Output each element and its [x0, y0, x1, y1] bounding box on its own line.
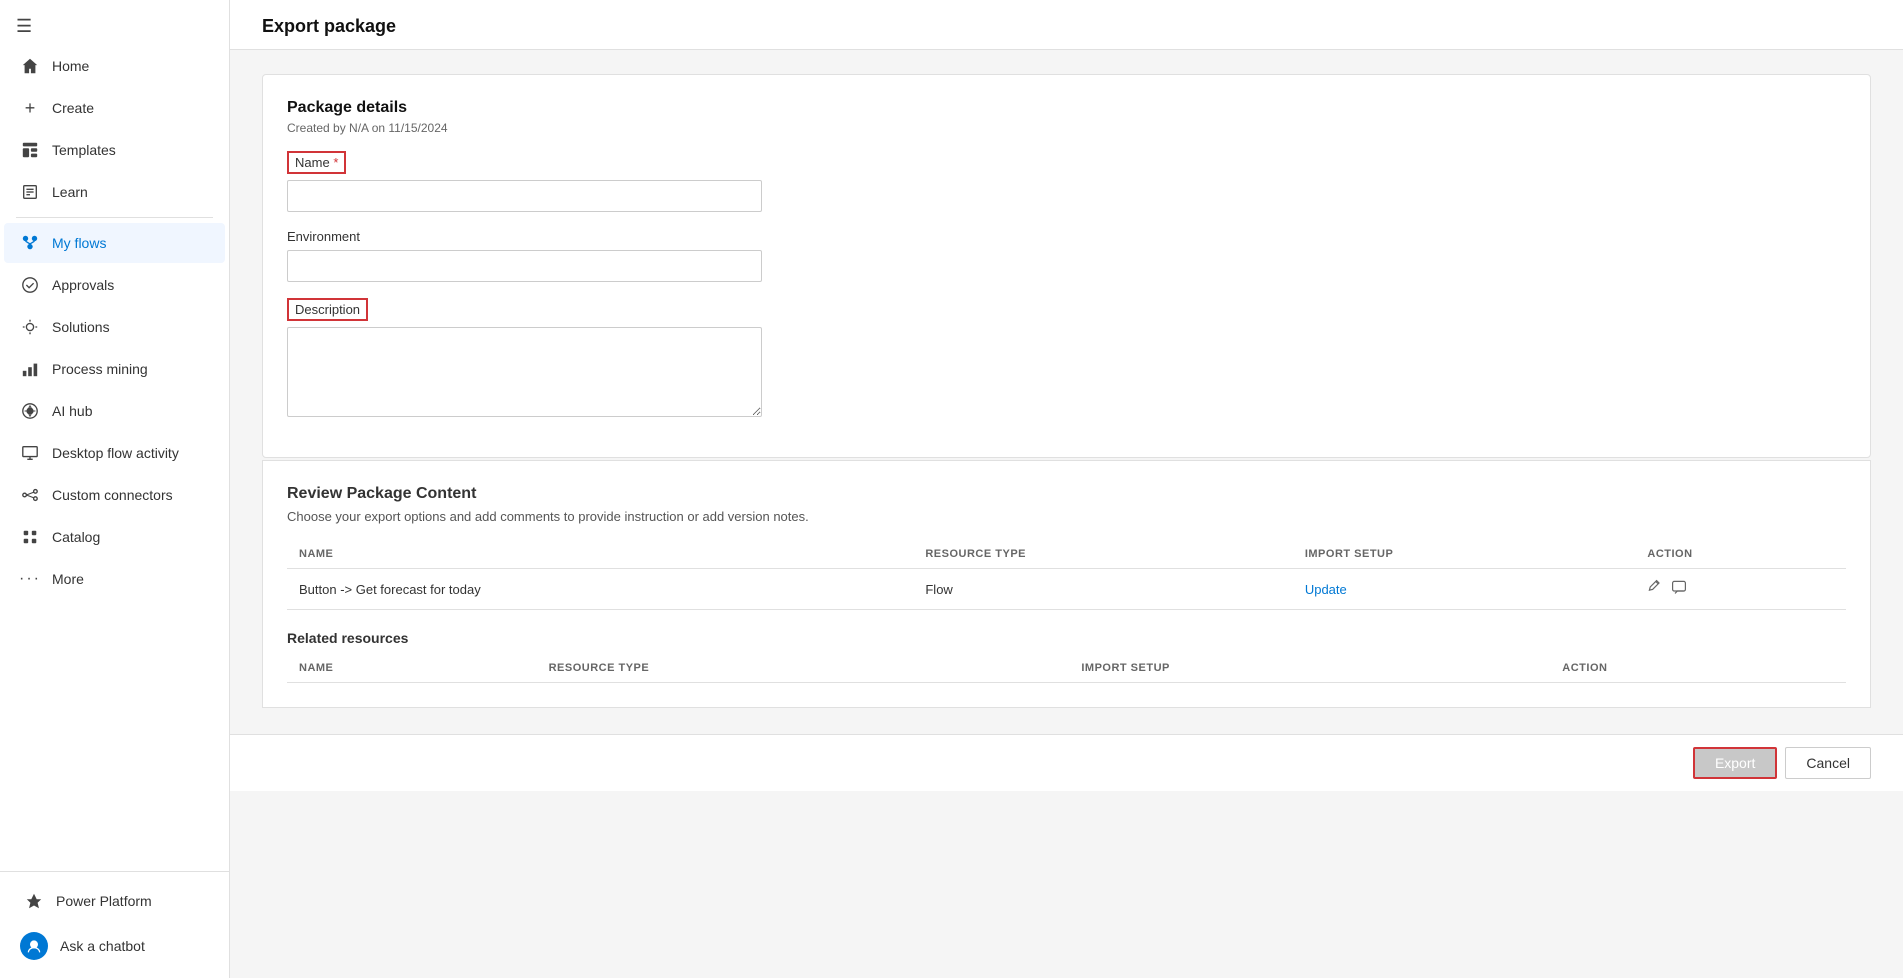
comment-icon[interactable] [1671, 579, 1687, 599]
sidebar-divider-1 [16, 217, 213, 218]
row-name: Button -> Get forecast for today [287, 569, 913, 610]
sidebar-item-my-flows-label: My flows [52, 235, 106, 251]
sidebar-item-custom-connectors[interactable]: Custom connectors [4, 475, 225, 515]
environment-field-group: Environment [287, 228, 1846, 282]
name-input[interactable] [287, 180, 762, 212]
package-details-title: Package details [287, 99, 1846, 117]
more-icon: ··· [20, 569, 40, 589]
col-header-resource-type: RESOURCE TYPE [913, 540, 1292, 569]
sidebar: ☰ Home + Create Templates Learn My flows… [0, 0, 230, 978]
create-icon: + [20, 98, 40, 118]
sidebar-item-ai-hub-label: AI hub [52, 403, 92, 419]
sidebar-item-home-label: Home [52, 58, 89, 74]
sidebar-item-learn-label: Learn [52, 184, 88, 200]
sidebar-item-approvals[interactable]: Approvals [4, 265, 225, 305]
related-col-header-import-setup: IMPORT SETUP [1069, 654, 1550, 683]
sidebar-item-approvals-label: Approvals [52, 277, 114, 293]
content-area: Package details Created by N/A on 11/15/… [230, 50, 1903, 734]
approvals-icon [20, 275, 40, 295]
chatbot-item[interactable]: Ask a chatbot [4, 922, 225, 970]
templates-icon [20, 140, 40, 160]
related-col-header-action: ACTION [1550, 654, 1846, 683]
hamburger-button[interactable]: ☰ [0, 0, 229, 45]
page-header: Export package [230, 0, 1903, 50]
row-import-setup[interactable]: Update [1293, 569, 1636, 610]
action-icons [1647, 579, 1834, 599]
process-mining-icon [20, 359, 40, 379]
row-action [1635, 569, 1846, 610]
sidebar-item-templates[interactable]: Templates [4, 130, 225, 170]
col-header-name: NAME [287, 540, 913, 569]
footer-bar: Export Cancel [230, 734, 1903, 791]
import-setup-link[interactable]: Update [1305, 582, 1347, 597]
package-details-card: Package details Created by N/A on 11/15/… [262, 74, 1871, 458]
sidebar-item-catalog[interactable]: Catalog [4, 517, 225, 557]
package-table-container: NAME RESOURCE TYPE IMPORT SETUP ACTION B… [287, 540, 1846, 610]
sidebar-item-templates-label: Templates [52, 142, 116, 158]
name-label: Name * [287, 151, 346, 174]
sidebar-item-create[interactable]: + Create [4, 88, 225, 128]
my-flows-icon [20, 233, 40, 253]
table-row: Button -> Get forecast for today Flow Up… [287, 569, 1846, 610]
chatbot-avatar [20, 932, 48, 960]
sidebar-item-home[interactable]: Home [4, 46, 225, 86]
learn-icon [20, 182, 40, 202]
solutions-icon [20, 317, 40, 337]
review-package-desc: Choose your export options and add comme… [287, 509, 1846, 524]
related-resources-title: Related resources [287, 630, 1846, 646]
sidebar-bottom: Power Platform Ask a chatbot [0, 871, 229, 978]
related-col-header-name: NAME [287, 654, 537, 683]
sidebar-item-process-mining-label: Process mining [52, 361, 148, 377]
related-resources-table-container: NAME RESOURCE TYPE IMPORT SETUP ACTION [287, 654, 1846, 683]
related-col-header-resource-type: RESOURCE TYPE [537, 654, 1070, 683]
desktop-flow-activity-icon [20, 443, 40, 463]
power-platform-icon [24, 891, 44, 911]
review-package-title: Review Package Content [287, 485, 1846, 503]
sidebar-item-solutions[interactable]: Solutions [4, 307, 225, 347]
sidebar-item-process-mining[interactable]: Process mining [4, 349, 225, 389]
description-textarea[interactable] [287, 327, 762, 417]
description-field-group: Description [287, 298, 1846, 417]
sidebar-item-more-label: More [52, 571, 84, 587]
col-header-import-setup: IMPORT SETUP [1293, 540, 1636, 569]
ai-hub-icon [20, 401, 40, 421]
sidebar-item-catalog-label: Catalog [52, 529, 100, 545]
description-label: Description [287, 298, 368, 321]
sidebar-item-desktop-flow-activity-label: Desktop flow activity [52, 445, 179, 461]
sidebar-item-ai-hub[interactable]: AI hub [4, 391, 225, 431]
environment-input[interactable] [287, 250, 762, 282]
custom-connectors-icon [20, 485, 40, 505]
related-resources-table: NAME RESOURCE TYPE IMPORT SETUP ACTION [287, 654, 1846, 683]
page-title: Export package [262, 16, 1871, 37]
main-content: Export package Package details Created b… [230, 0, 1903, 978]
sidebar-item-power-platform[interactable]: Power Platform [8, 881, 221, 921]
package-table: NAME RESOURCE TYPE IMPORT SETUP ACTION B… [287, 540, 1846, 610]
package-details-subtitle: Created by N/A on 11/15/2024 [287, 121, 1846, 135]
sidebar-item-my-flows[interactable]: My flows [4, 223, 225, 263]
export-button[interactable]: Export [1693, 747, 1777, 779]
cancel-button[interactable]: Cancel [1785, 747, 1871, 779]
sidebar-item-custom-connectors-label: Custom connectors [52, 487, 173, 503]
sidebar-item-power-platform-label: Power Platform [56, 893, 152, 909]
catalog-icon [20, 527, 40, 547]
sidebar-item-more[interactable]: ··· More [4, 559, 225, 599]
col-header-action: ACTION [1635, 540, 1846, 569]
sidebar-item-learn[interactable]: Learn [4, 172, 225, 212]
edit-icon[interactable] [1647, 579, 1663, 599]
sidebar-item-solutions-label: Solutions [52, 319, 110, 335]
environment-label: Environment [287, 229, 360, 244]
sidebar-item-create-label: Create [52, 100, 94, 116]
name-field-group: Name * [287, 151, 1846, 212]
sidebar-item-desktop-flow-activity[interactable]: Desktop flow activity [4, 433, 225, 473]
row-resource-type: Flow [913, 569, 1292, 610]
review-package-card: Review Package Content Choose your expor… [262, 460, 1871, 708]
home-icon [20, 56, 40, 76]
chatbot-label: Ask a chatbot [60, 938, 145, 954]
